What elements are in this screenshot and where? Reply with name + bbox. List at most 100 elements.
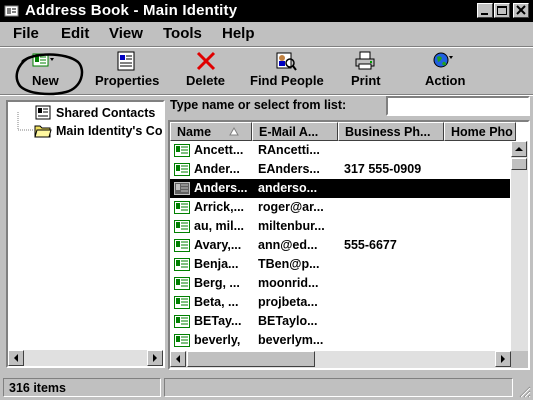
arrow-left-icon <box>14 354 18 362</box>
contact-card-icon <box>174 334 190 347</box>
table-row[interactable]: Benja... TBen@p... <box>170 255 510 274</box>
arrow-left-icon <box>176 355 180 363</box>
cell-name: Arrick,... <box>194 200 245 214</box>
action-label: Action <box>425 73 466 88</box>
contact-card-icon <box>174 315 190 328</box>
delete-label: Delete <box>186 73 226 88</box>
tree-item-label: Main Identity's Co <box>56 124 163 138</box>
arrow-right-icon <box>153 354 157 362</box>
contact-card-icon <box>174 239 190 252</box>
cell-email: projbeta... <box>258 295 318 309</box>
column-header-name[interactable]: Name <box>170 122 252 141</box>
scroll-thumb[interactable] <box>187 351 315 367</box>
column-header-email[interactable]: E-Mail A... <box>252 122 338 141</box>
cell-email: moonrid... <box>258 276 319 290</box>
cell-email: miltenbur... <box>258 219 325 233</box>
maximize-button[interactable] <box>494 3 510 18</box>
delete-button[interactable]: Delete <box>180 49 230 93</box>
list-header: Name E-Mail A... Business Ph... Home Pho <box>170 122 516 141</box>
scroll-right-button[interactable] <box>495 351 511 367</box>
arrow-up-icon <box>515 147 523 151</box>
cell-business: 555-6677 <box>344 238 397 252</box>
properties-button[interactable]: Properties <box>93 49 159 93</box>
table-row[interactable]: BETay... BETaylo... <box>170 312 510 331</box>
table-row[interactable]: Anders... anderso... <box>170 179 510 198</box>
properties-label: Properties <box>95 73 160 88</box>
scroll-corner <box>511 351 528 368</box>
properties-icon <box>117 51 135 71</box>
scroll-left-button[interactable] <box>170 351 186 367</box>
tree-horizontal-scrollbar[interactable] <box>8 350 163 366</box>
minimize-icon <box>481 13 488 15</box>
contact-card-icon <box>174 258 190 271</box>
status-pane <box>164 378 513 397</box>
list-horizontal-scrollbar[interactable] <box>170 351 511 368</box>
menu-view[interactable]: View <box>109 25 143 42</box>
scroll-left-button[interactable] <box>8 350 24 366</box>
resize-grip-icon[interactable] <box>517 384 531 398</box>
contact-card-icon <box>174 220 190 233</box>
table-row[interactable]: au, mil... miltenbur... <box>170 217 510 236</box>
cell-name: beverly, <box>194 333 241 347</box>
menu-tools[interactable]: Tools <box>163 25 202 42</box>
scroll-right-button[interactable] <box>147 350 163 366</box>
table-row[interactable]: Avary,... ann@ed... 555-6677 <box>170 236 510 255</box>
cell-email: RAncetti... <box>258 143 320 157</box>
find-people-icon <box>276 52 297 71</box>
cell-name: Avary,... <box>194 238 242 252</box>
cell-business: 317 555-0909 <box>344 162 422 176</box>
cell-email: TBen@p... <box>258 257 320 271</box>
contact-card-icon <box>174 296 190 309</box>
close-icon <box>516 5 526 15</box>
printer-icon <box>355 51 375 70</box>
item-count: 316 items <box>3 378 161 397</box>
minimize-button[interactable] <box>477 3 493 18</box>
scroll-up-button[interactable] <box>511 141 527 157</box>
cell-name: Beta, ... <box>194 295 239 309</box>
cell-name: Anders... <box>194 181 248 195</box>
cell-email: BETaylo... <box>258 314 318 328</box>
title-bar: Address Book - Main Identity <box>0 0 533 22</box>
cell-name: Benja... <box>194 257 239 271</box>
cell-name: Ander... <box>194 162 240 176</box>
contact-card-icon <box>174 277 190 290</box>
table-row[interactable]: Ander... EAnders... 317 555-0909 <box>170 160 510 179</box>
list-vertical-scrollbar[interactable] <box>511 141 528 368</box>
menu-bar: File Edit View Tools Help <box>0 23 533 46</box>
close-button[interactable] <box>513 3 529 18</box>
menu-edit[interactable]: Edit <box>61 25 89 42</box>
cell-name: au, mil... <box>194 219 245 233</box>
cell-email: beverlym... <box>258 333 324 347</box>
contact-card-icon <box>174 201 190 214</box>
find-people-button[interactable]: Find People <box>246 49 326 93</box>
cell-email: EAnders... <box>258 162 320 176</box>
table-row[interactable]: beverly, beverlym... <box>170 331 510 350</box>
column-header-business-phone[interactable]: Business Ph... <box>338 122 444 141</box>
print-button[interactable]: Print <box>342 49 388 93</box>
print-label: Print <box>351 73 381 88</box>
cell-email: roger@ar... <box>258 200 324 214</box>
search-input[interactable] <box>386 96 530 116</box>
column-header-home-phone[interactable]: Home Pho <box>444 122 516 141</box>
action-button[interactable]: Action <box>420 49 470 93</box>
delete-icon <box>196 51 216 71</box>
menu-file[interactable]: File <box>13 25 39 42</box>
action-globe-icon <box>433 52 453 68</box>
cell-email: ann@ed... <box>258 238 318 252</box>
cell-name: Berg, ... <box>194 276 240 290</box>
menu-help[interactable]: Help <box>222 25 255 42</box>
contact-card-icon <box>174 163 190 176</box>
folder-tree[interactable]: Shared Contacts Main Identity's Co <box>6 100 165 368</box>
contact-card-icon <box>174 182 190 195</box>
sort-ascending-icon <box>229 127 239 136</box>
contact-list[interactable]: Name E-Mail A... Business Ph... Home Pho… <box>168 120 530 370</box>
table-row[interactable]: Beta, ... projbeta... <box>170 293 510 312</box>
scroll-thumb[interactable] <box>511 158 527 170</box>
tree-connector <box>17 112 34 131</box>
maximize-icon <box>497 6 507 15</box>
folder-icon <box>34 125 52 138</box>
table-row[interactable]: Arrick,... roger@ar... <box>170 198 510 217</box>
table-row[interactable]: Ancett... RAncetti... <box>170 141 510 160</box>
address-book-icon <box>4 5 19 17</box>
table-row[interactable]: Berg, ... moonrid... <box>170 274 510 293</box>
